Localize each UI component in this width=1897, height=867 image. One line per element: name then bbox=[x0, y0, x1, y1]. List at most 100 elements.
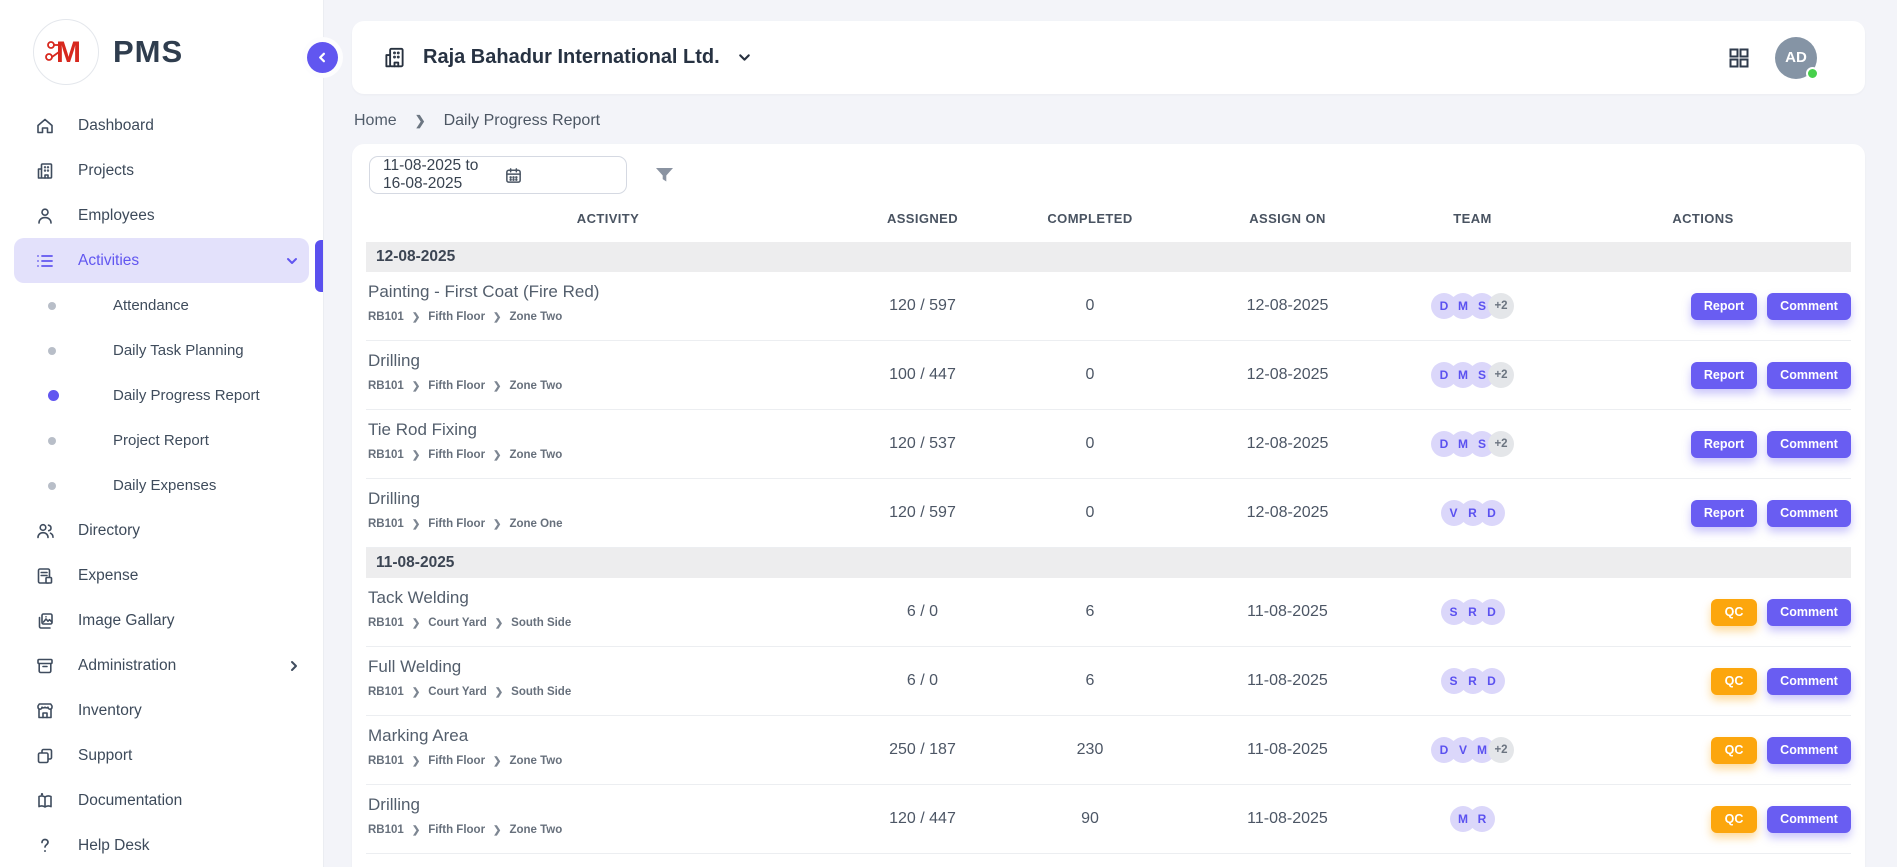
bullet-icon bbox=[48, 482, 56, 490]
qc-button[interactable]: QC bbox=[1711, 599, 1757, 626]
sidebar-item-label: Support bbox=[78, 747, 132, 765]
qc-button[interactable]: QC bbox=[1711, 806, 1757, 833]
people-icon bbox=[34, 520, 56, 542]
comment-button[interactable]: Comment bbox=[1767, 737, 1851, 764]
archive-icon bbox=[34, 655, 56, 677]
team-avatar[interactable]: R bbox=[1469, 806, 1495, 832]
sidebar-item-label: Expense bbox=[78, 567, 138, 585]
chevron-right-icon bbox=[287, 659, 301, 673]
assign-on-date: 12-08-2025 bbox=[1185, 410, 1390, 478]
report-button[interactable]: Report bbox=[1691, 431, 1757, 458]
sidebar-subitem-attendance[interactable]: Attendance bbox=[0, 283, 323, 328]
date-group-header: 11-08-2025 bbox=[366, 548, 1851, 578]
team-extra-badge[interactable]: +2 bbox=[1488, 431, 1514, 457]
team-avatar[interactable]: D bbox=[1479, 500, 1505, 526]
sidebar-item-activities[interactable]: Activities bbox=[14, 238, 309, 283]
team-avatars: DMS+2 bbox=[1390, 410, 1555, 478]
sidebar-item-dashboard[interactable]: Dashboard bbox=[0, 103, 323, 148]
company-selector[interactable]: Raja Bahadur International Ltd. bbox=[382, 45, 753, 70]
sidebar-item-directory[interactable]: Directory bbox=[0, 508, 323, 553]
assign-on-date: 12-08-2025 bbox=[1185, 479, 1390, 547]
team-avatar[interactable]: D bbox=[1479, 599, 1505, 625]
activity-cell: DrillingRB101❯Fifth Floor❯Zone Two bbox=[366, 341, 850, 409]
table-body: 12-08-2025Painting - First Coat (Fire Re… bbox=[366, 242, 1851, 854]
sidebar-item-label: Employees bbox=[78, 207, 155, 225]
activity-path-segment: RB101 bbox=[368, 755, 404, 767]
copy-icon bbox=[34, 745, 56, 767]
sidebar-subitem-daily-task-planning[interactable]: Daily Task Planning bbox=[0, 328, 323, 373]
comment-button[interactable]: Comment bbox=[1767, 599, 1851, 626]
activity-cell: Painting - First Coat (Fire Red)RB101❯Fi… bbox=[366, 272, 850, 340]
activity-path-segment: Court Yard bbox=[428, 617, 487, 629]
sidebar-item-expense[interactable]: Expense bbox=[0, 553, 323, 598]
breadcrumb-current: Daily Progress Report bbox=[444, 112, 601, 130]
sidebar-item-image-gallary[interactable]: Image Gallary bbox=[0, 598, 323, 643]
book-icon bbox=[34, 790, 56, 812]
activity-path-segment: Fifth Floor bbox=[428, 518, 485, 530]
activity-path-segment: RB101 bbox=[368, 518, 404, 530]
comment-button[interactable]: Comment bbox=[1767, 500, 1851, 527]
chevron-right-icon: ❯ bbox=[493, 519, 501, 530]
table-row: DrillingRB101❯Fifth Floor❯Zone One120 / … bbox=[366, 479, 1851, 548]
sidebar-item-inventory[interactable]: Inventory bbox=[0, 688, 323, 733]
company-name: Raja Bahadur International Ltd. bbox=[423, 46, 720, 69]
completed-value: 6 bbox=[995, 578, 1185, 646]
receipt-icon bbox=[34, 565, 56, 587]
table-row: DrillingRB101❯Fifth Floor❯Zone Two100 / … bbox=[366, 341, 1851, 410]
team-extra-badge[interactable]: +2 bbox=[1488, 362, 1514, 388]
actions-cell: Report Comment bbox=[1555, 341, 1851, 409]
comment-button[interactable]: Comment bbox=[1767, 293, 1851, 320]
activity-path-segment: RB101 bbox=[368, 824, 404, 836]
sidebar-collapse-button[interactable] bbox=[307, 42, 338, 73]
breadcrumb-home-link[interactable]: Home bbox=[354, 112, 397, 130]
date-range-value: 11-08-2025 to 16-08-2025 bbox=[383, 157, 494, 193]
comment-button[interactable]: Comment bbox=[1767, 362, 1851, 389]
activity-path-segment: Fifth Floor bbox=[428, 755, 485, 767]
team-extra-badge[interactable]: +2 bbox=[1488, 293, 1514, 319]
table-row: Painting - First Coat (Fire Red)RB101❯Fi… bbox=[366, 272, 1851, 341]
apps-grid-icon[interactable] bbox=[1727, 46, 1751, 70]
list-icon bbox=[34, 250, 56, 272]
breadcrumb: Home ❯ Daily Progress Report bbox=[352, 107, 1865, 135]
activity-path: RB101❯Fifth Floor❯Zone Two bbox=[368, 755, 850, 767]
activity-path-segment: Fifth Floor bbox=[428, 824, 485, 836]
report-button[interactable]: Report bbox=[1691, 293, 1757, 320]
sidebar-item-support[interactable]: Support bbox=[0, 733, 323, 778]
activity-cell: Tie Rod FixingRB101❯Fifth Floor❯Zone Two bbox=[366, 410, 850, 478]
filter-funnel-icon[interactable] bbox=[653, 164, 676, 186]
column-header-actions: ACTIONS bbox=[1555, 211, 1851, 226]
activity-path: RB101❯Fifth Floor❯Zone One bbox=[368, 518, 850, 530]
sidebar-item-employees[interactable]: Employees bbox=[0, 193, 323, 238]
sidebar-item-projects[interactable]: Projects bbox=[0, 148, 323, 193]
sidebar-item-documentation[interactable]: Documentation bbox=[0, 778, 323, 823]
comment-button[interactable]: Comment bbox=[1767, 431, 1851, 458]
date-group-header: 12-08-2025 bbox=[366, 242, 1851, 272]
bullet-icon bbox=[48, 437, 56, 445]
sidebar-subitem-daily-progress-report[interactable]: Daily Progress Report bbox=[0, 373, 323, 418]
column-header-activity: ACTIVITY bbox=[366, 211, 850, 226]
assign-on-date: 11-08-2025 bbox=[1185, 647, 1390, 715]
sidebar-subitem-daily-expenses[interactable]: Daily Expenses bbox=[0, 463, 323, 508]
chevron-right-icon: ❯ bbox=[495, 687, 503, 698]
comment-button[interactable]: Comment bbox=[1767, 806, 1851, 833]
activity-title: Tack Welding bbox=[368, 588, 850, 608]
assigned-value: 120 / 597 bbox=[850, 479, 995, 547]
chevron-right-icon: ❯ bbox=[412, 756, 420, 767]
actions-cell: QC Comment bbox=[1555, 785, 1851, 853]
activity-path-segment: Fifth Floor bbox=[428, 449, 485, 461]
qc-button[interactable]: QC bbox=[1711, 737, 1757, 764]
sidebar-item-administration[interactable]: Administration bbox=[0, 643, 323, 688]
sidebar-subitem-project-report[interactable]: Project Report bbox=[0, 418, 323, 463]
activity-path-segment: RB101 bbox=[368, 686, 404, 698]
comment-button[interactable]: Comment bbox=[1767, 668, 1851, 695]
user-avatar[interactable]: AD bbox=[1775, 37, 1817, 79]
activity-path-segment: Zone One bbox=[509, 518, 562, 530]
report-button[interactable]: Report bbox=[1691, 500, 1757, 527]
report-button[interactable]: Report bbox=[1691, 362, 1757, 389]
sidebar-item-help-desk[interactable]: Help Desk bbox=[0, 823, 323, 867]
team-avatar[interactable]: D bbox=[1479, 668, 1505, 694]
date-range-input[interactable]: 11-08-2025 to 16-08-2025 bbox=[369, 156, 627, 194]
team-extra-badge[interactable]: +2 bbox=[1488, 737, 1514, 763]
qc-button[interactable]: QC bbox=[1711, 668, 1757, 695]
chevron-right-icon: ❯ bbox=[493, 381, 501, 392]
